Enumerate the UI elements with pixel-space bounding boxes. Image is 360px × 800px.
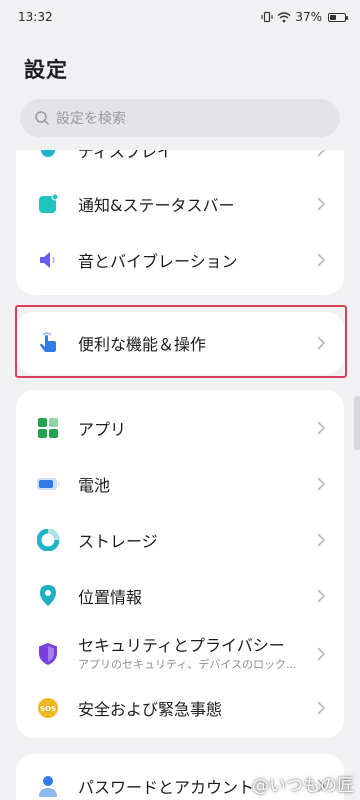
apps-grid-icon	[36, 416, 60, 440]
sos-icon: SOS	[36, 696, 60, 720]
settings-item-label: 電池	[78, 476, 111, 495]
settings-item-label: 安全および緊急事態	[78, 700, 223, 719]
status-time: 13:32	[18, 10, 53, 24]
settings-item-label: 通知&ステータスバー	[78, 196, 235, 215]
settings-item-label: 音とバイブレーション	[78, 252, 238, 271]
search-input[interactable]: 設定を検索	[20, 99, 340, 137]
display-icon	[36, 150, 60, 162]
chevron-right-icon	[317, 533, 326, 547]
account-icon	[36, 774, 60, 798]
chevron-right-icon	[317, 701, 326, 715]
settings-item-security[interactable]: セキュリティとプライバシー アプリのセキュリティ、デバイスのロック...	[16, 624, 344, 684]
chevron-right-icon	[317, 589, 326, 603]
chevron-right-icon	[317, 421, 326, 435]
settings-item-label: 位置情報	[78, 588, 143, 607]
settings-item-location[interactable]: 位置情報	[16, 568, 344, 624]
side-scroll-handle[interactable]	[354, 396, 360, 450]
status-icons: 37%	[261, 10, 348, 24]
battery-icon	[328, 12, 348, 22]
search-icon	[35, 111, 49, 125]
settings-item-label: アプリ	[78, 420, 127, 439]
speaker-icon	[36, 248, 60, 272]
settings-item-label: セキュリティとプライバシー	[78, 636, 285, 655]
shield-icon	[36, 642, 60, 666]
battery-percent: 37%	[295, 10, 322, 24]
settings-item-label: パスワードとアカウント	[78, 778, 255, 797]
page-title: 設定	[24, 58, 68, 82]
location-pin-icon	[36, 584, 60, 608]
search-placeholder: 設定を検索	[56, 111, 126, 127]
settings-item-label: ストレージ	[78, 532, 158, 551]
chevron-right-icon	[317, 150, 326, 157]
wifi-icon	[277, 12, 291, 23]
settings-item-storage[interactable]: ストレージ	[16, 512, 344, 568]
highlight-frame	[15, 305, 347, 378]
notification-icon	[36, 192, 60, 216]
chevron-right-icon	[317, 253, 326, 267]
settings-item-emergency[interactable]: SOS 安全および緊急事態	[16, 680, 344, 736]
settings-item-notifications[interactable]: 通知&ステータスバー	[16, 176, 344, 232]
settings-group-system: アプリ 電池 ストレージ 位置情報 セキュリティとプライバシー アプリのセキュリ…	[16, 390, 344, 738]
svg-text:SOS: SOS	[40, 705, 56, 713]
chevron-right-icon	[317, 647, 326, 661]
chevron-right-icon	[317, 197, 326, 211]
settings-item-battery[interactable]: 電池	[16, 456, 344, 512]
status-bar: 13:32 37%	[0, 0, 360, 34]
settings-item-sublabel: アプリのセキュリティ、デバイスのロック...	[78, 658, 297, 671]
settings-item-sound[interactable]: 音とバイブレーション	[16, 232, 344, 288]
settings-group-display: ディスプレイ 通知&ステータスバー 音とバイブレーション	[16, 150, 344, 295]
battery-level	[330, 14, 336, 20]
chevron-right-icon	[317, 477, 326, 491]
settings-item-display[interactable]: ディスプレイ	[16, 150, 344, 178]
battery-icon	[36, 472, 60, 496]
storage-pie-icon	[36, 528, 60, 552]
watermark-text: @いつもの匠	[252, 776, 354, 796]
vibrate-icon	[261, 11, 273, 23]
settings-item-apps[interactable]: アプリ	[16, 400, 344, 456]
settings-item-label: ディスプレイ	[78, 150, 173, 161]
